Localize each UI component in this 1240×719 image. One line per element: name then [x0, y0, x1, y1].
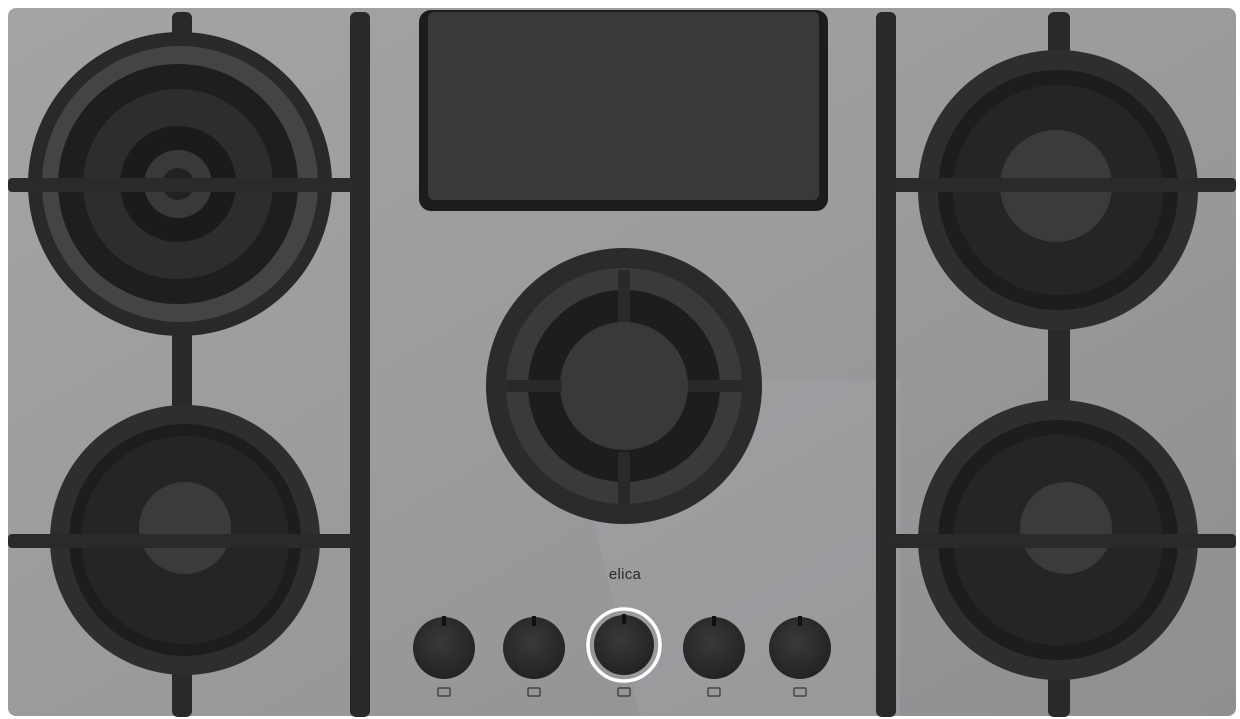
- brand-logo: elica: [608, 566, 642, 583]
- burner-icon: [486, 248, 762, 524]
- right-grate-bar-top: [888, 178, 1236, 192]
- right-grate-bar-bottom: [888, 534, 1236, 548]
- left-grate-bar-top: [8, 178, 358, 192]
- left-grate-bar-bottom: [8, 534, 358, 548]
- elica-gas-hob-photo: elica: [0, 0, 1240, 719]
- hob-illustration: [8, 8, 1236, 717]
- extractor-vent-icon: [419, 10, 828, 211]
- right-divider-rail: [876, 12, 896, 717]
- left-divider-rail: [350, 12, 370, 717]
